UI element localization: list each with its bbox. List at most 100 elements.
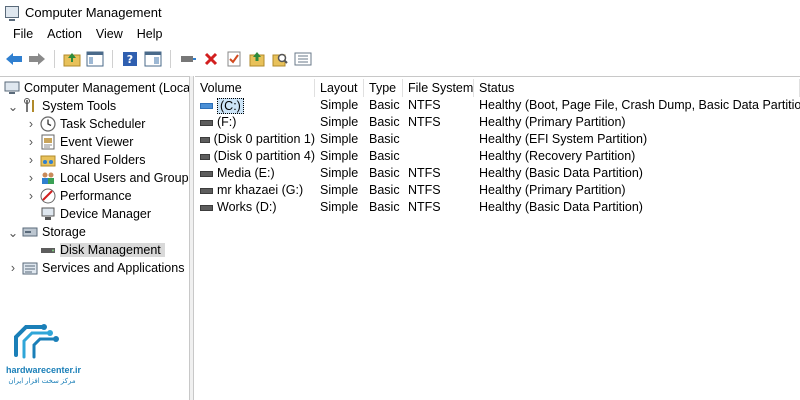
column-header-type[interactable]: Type [364, 79, 403, 97]
storage-icon [22, 224, 38, 240]
type-cell: Basic [369, 132, 400, 146]
chevron-right-icon[interactable]: › [26, 133, 36, 151]
svg-text:?: ? [127, 53, 133, 66]
up-arrow-icon[interactable] [247, 49, 267, 69]
chevron-down-icon[interactable]: ⌄ [8, 97, 18, 115]
computer-management-icon [4, 80, 20, 96]
file-system-cell: NTFS [408, 115, 441, 129]
table-row[interactable]: mr khazaei (G:) Simple Basic NTFS Health… [195, 182, 800, 199]
column-header-status[interactable]: Status [474, 79, 800, 97]
tree-label: Performance [60, 189, 132, 203]
file-system-cell: NTFS [408, 98, 441, 112]
table-row[interactable]: Media (E:) Simple Basic NTFS Healthy (Ba… [195, 165, 800, 182]
layout-cell: Simple [320, 183, 359, 197]
chevron-right-icon[interactable]: › [26, 169, 36, 187]
chevron-right-icon[interactable]: › [26, 115, 36, 133]
help-icon[interactable]: ? [120, 49, 140, 69]
volume-name: mr khazaei (G:) [217, 183, 304, 197]
table-row[interactable]: Works (D:) Simple Basic NTFS Healthy (Ba… [195, 199, 800, 216]
column-header-volume[interactable]: Volume [195, 79, 315, 97]
tree-item-disk-management[interactable]: Disk Management [40, 241, 165, 259]
column-header-file-system[interactable]: File System [403, 79, 474, 97]
table-row[interactable]: (Disk 0 partition 4) Simple Basic Health… [195, 148, 800, 165]
tree-item-shared-folders[interactable]: › Shared Folders [26, 151, 146, 169]
file-system-cell: NTFS [408, 183, 441, 197]
table-row[interactable]: (Disk 0 partition 1) Simple Basic Health… [195, 131, 800, 148]
status-cell: Healthy (Recovery Partition) [479, 149, 636, 163]
table-row[interactable]: (F:) Simple Basic NTFS Healthy (Primary … [195, 114, 800, 131]
check-icon[interactable] [224, 49, 244, 69]
toolbar-separator [112, 50, 113, 68]
tree-label: Event Viewer [60, 135, 134, 149]
tree-item-task-scheduler[interactable]: › Task Scheduler [26, 115, 145, 133]
menu-view[interactable]: View [89, 24, 130, 44]
drive-icon [200, 204, 213, 211]
tree-label: Device Manager [60, 207, 152, 221]
tree-item-root[interactable]: Computer Management (Local [4, 79, 190, 97]
volume-name: (F:) [217, 115, 237, 129]
menu-action[interactable]: Action [40, 24, 89, 44]
tree-label: Local Users and Groups [60, 171, 190, 185]
circuit-logo-icon [14, 324, 59, 359]
toolbar: ? [0, 46, 800, 72]
chevron-right-icon[interactable]: › [26, 187, 36, 205]
layout-cell: Simple [320, 166, 359, 180]
tools-icon [22, 98, 38, 114]
type-cell: Basic [369, 98, 400, 112]
search-icon[interactable] [270, 49, 290, 69]
tree-item-device-manager[interactable]: Device Manager [40, 205, 151, 223]
delete-icon[interactable] [201, 49, 221, 69]
tree-item-event-viewer[interactable]: › Event Viewer [26, 133, 133, 151]
drive-icon [200, 136, 210, 143]
properties-panel-icon[interactable] [143, 49, 163, 69]
drive-icon [200, 187, 213, 194]
type-cell: Basic [369, 200, 400, 214]
show-hide-tree-icon[interactable] [85, 49, 105, 69]
tree-item-storage[interactable]: ⌄ Storage [8, 223, 86, 241]
type-cell: Basic [369, 149, 400, 163]
status-cell: Healthy (Basic Data Partition) [479, 166, 643, 180]
volume-name: Works (D:) [217, 200, 277, 214]
layout-cell: Simple [320, 115, 359, 129]
menu-file[interactable]: File [6, 24, 40, 44]
tree-label: Computer Management (Local [24, 81, 190, 95]
disk-management-icon [40, 242, 56, 258]
tree-label: Storage [42, 225, 86, 239]
back-arrow-icon[interactable] [4, 49, 24, 69]
volume-name: (Disk 0 partition 1) [213, 132, 315, 146]
drive-icon [200, 102, 213, 109]
forward-arrow-icon[interactable] [27, 49, 47, 69]
menu-help[interactable]: Help [130, 24, 170, 44]
chevron-down-icon[interactable]: ⌄ [8, 223, 18, 241]
layout-cell: Simple [320, 98, 359, 112]
volume-name: Media (E:) [217, 166, 275, 180]
title-bar: Computer Management [0, 0, 800, 24]
tree-label-selected: Disk Management [60, 243, 165, 257]
tree-item-services[interactable]: › Services and Applications [8, 259, 185, 277]
menu-bar: File Action View Help [0, 24, 800, 44]
volume-list: Volume Layout Type File System Status (C… [195, 76, 800, 400]
tree-item-local-users[interactable]: › Local Users and Groups [26, 169, 190, 187]
pane-splitter[interactable] [190, 76, 194, 400]
type-cell: Basic [369, 115, 400, 129]
drive-icon [200, 170, 213, 177]
file-system-cell [403, 148, 474, 165]
table-row[interactable]: (C:) Simple Basic NTFS Healthy (Boot, Pa… [195, 97, 800, 114]
users-icon [40, 170, 56, 186]
tree-label: Task Scheduler [60, 117, 146, 131]
connect-icon[interactable] [178, 49, 198, 69]
chevron-right-icon[interactable]: › [8, 259, 18, 277]
tree-item-performance[interactable]: › Performance [26, 187, 132, 205]
watermark-tagline: مرکز سخت افزار ایران [8, 378, 76, 385]
tree-label: Services and Applications [42, 261, 185, 275]
tree-label: System Tools [42, 99, 117, 113]
column-header-layout[interactable]: Layout [315, 79, 364, 97]
chevron-right-icon[interactable]: › [26, 151, 36, 169]
list-icon[interactable] [293, 49, 313, 69]
tree-label: Shared Folders [60, 153, 146, 167]
status-cell: Healthy (Basic Data Partition) [479, 200, 643, 214]
shared-folders-icon [40, 152, 56, 168]
up-folder-icon[interactable] [62, 49, 82, 69]
table-header: Volume Layout Type File System Status [195, 79, 800, 97]
tree-item-system-tools[interactable]: ⌄ System Tools [8, 97, 116, 115]
